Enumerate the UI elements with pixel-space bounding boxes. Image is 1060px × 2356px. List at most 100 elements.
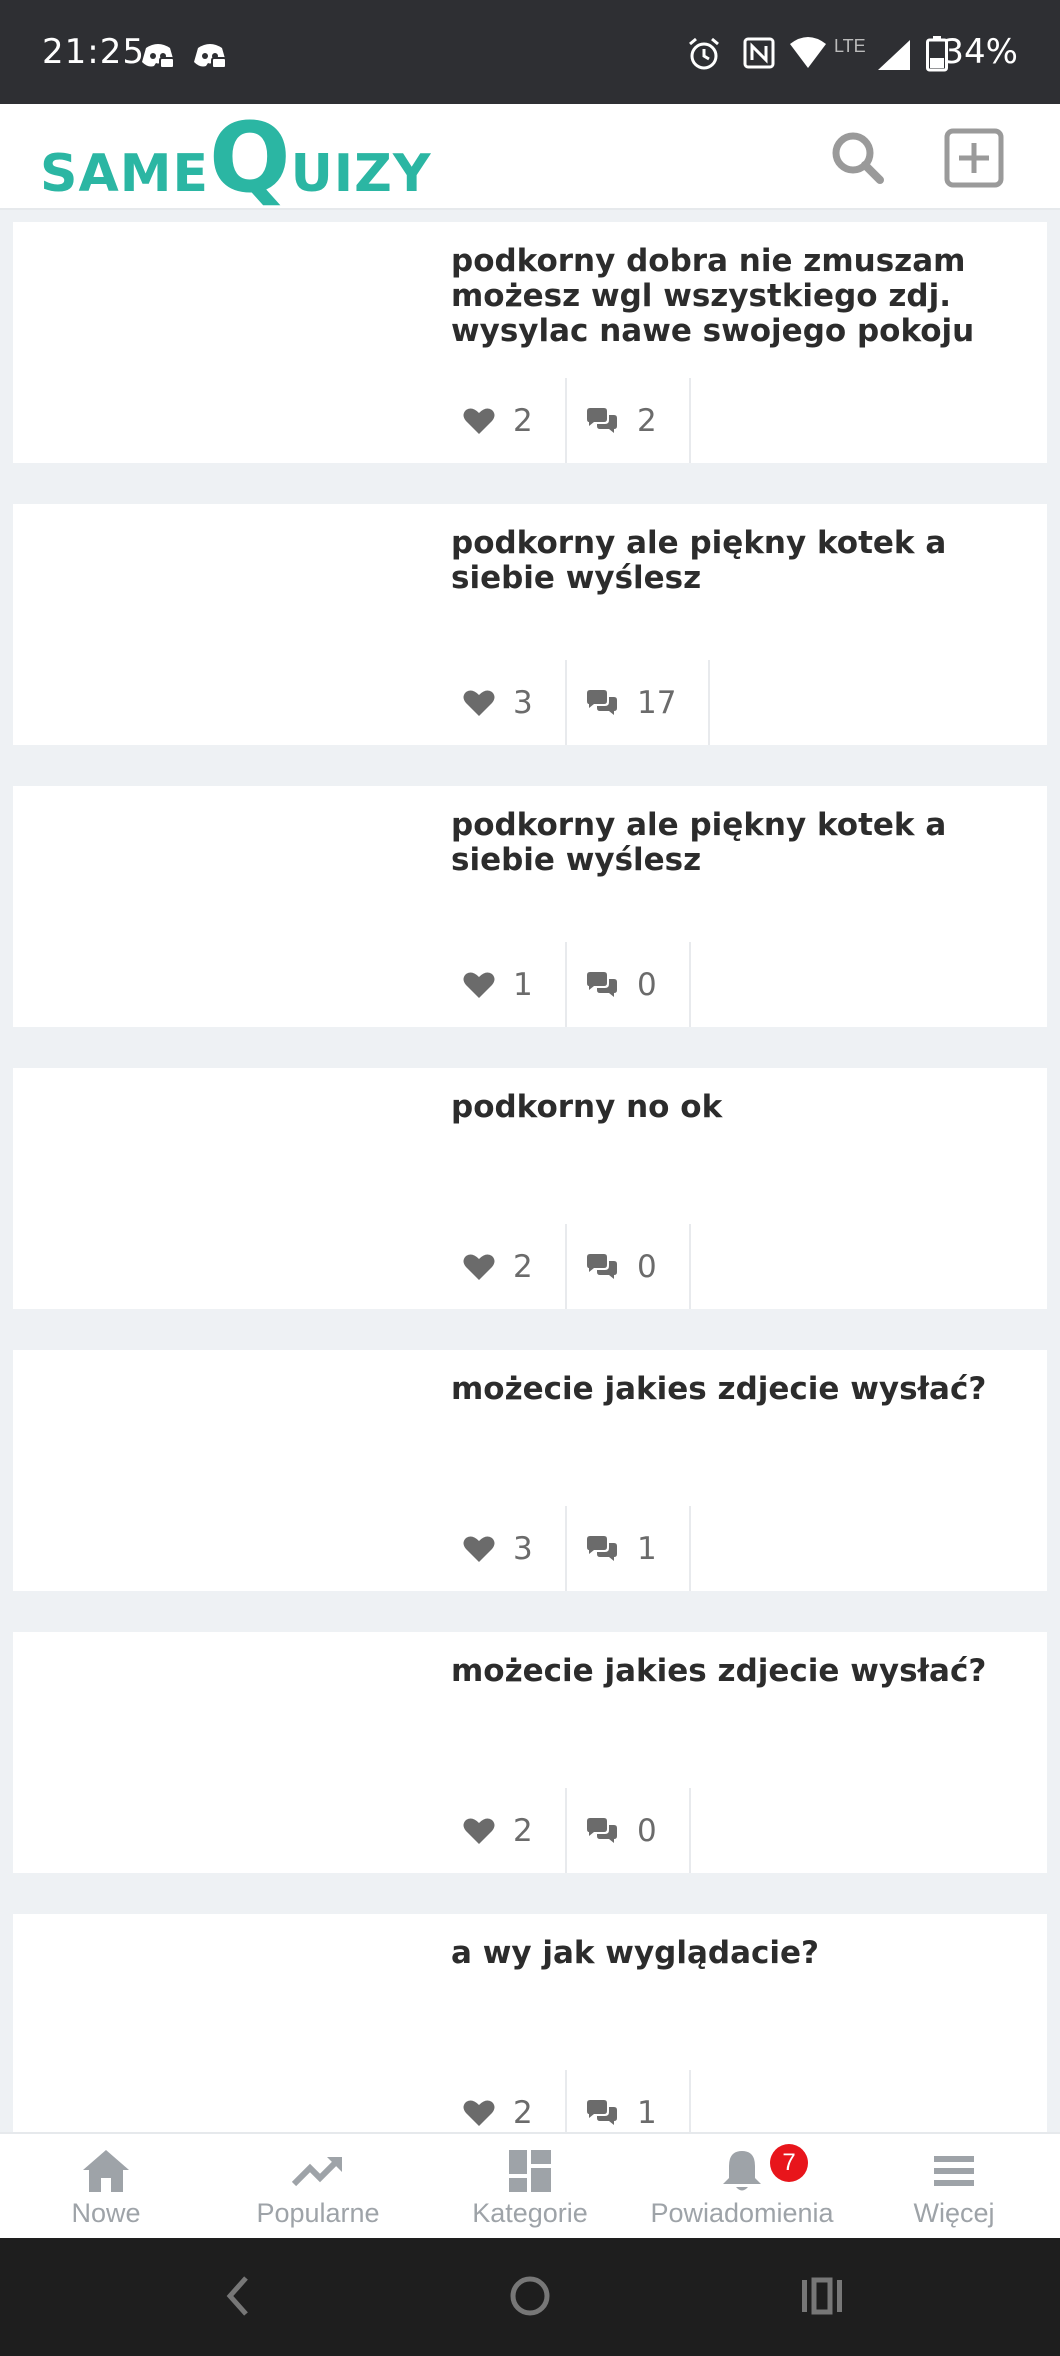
comment-count: 0: [637, 1812, 657, 1849]
like-button[interactable]: 2: [433, 1788, 567, 1873]
post-card[interactable]: możecie jakies zdjecie wysłać? 2 0: [13, 1632, 1047, 1873]
notification-badge: 7: [770, 2144, 808, 2182]
heart-icon: [463, 2100, 495, 2126]
like-button[interactable]: 2: [433, 2070, 567, 2132]
post-title[interactable]: podkorny dobra nie zmuszam możesz wgl ws…: [451, 244, 1021, 349]
comments-icon: [587, 971, 617, 997]
comment-count: 2: [637, 402, 657, 439]
nav-kategorie[interactable]: Kategorie: [424, 2134, 636, 2238]
post-feed[interactable]: podkorny dobra nie zmuszam możesz wgl ws…: [0, 212, 1060, 2132]
post-card[interactable]: podkorny dobra nie zmuszam możesz wgl ws…: [13, 222, 1047, 463]
post-card[interactable]: a wy jak wyglądacie? 2 1: [13, 1914, 1047, 2132]
like-button[interactable]: 2: [433, 378, 567, 463]
nav-popularne[interactable]: Popularne: [212, 2134, 424, 2238]
post-thumbnail[interactable]: [13, 786, 433, 1027]
post-card[interactable]: podkorny ale piękny kotek a siebie wyśle…: [13, 786, 1047, 1027]
heart-icon: [463, 1536, 495, 1562]
post-stats: 2 2: [433, 378, 691, 463]
alarm-icon: [689, 37, 719, 70]
comments-button[interactable]: 0: [567, 1224, 691, 1309]
heart-icon: [463, 408, 495, 434]
comments-icon: [587, 1535, 617, 1561]
like-count: 3: [513, 1530, 533, 1567]
nav-label: Kategorie: [472, 2198, 588, 2228]
comments-button[interactable]: 0: [567, 1788, 691, 1873]
like-count: 3: [513, 684, 533, 721]
like-button[interactable]: 3: [433, 660, 567, 745]
like-button[interactable]: 1: [433, 942, 567, 1027]
comment-count: 0: [637, 1248, 657, 1285]
comments-button[interactable]: 1: [567, 1506, 691, 1591]
post-title[interactable]: podkorny no ok: [451, 1090, 1021, 1125]
bell-icon: [723, 2151, 761, 2191]
menu-icon: [934, 2156, 974, 2186]
logo-text-q: Q: [208, 102, 291, 214]
nav-powiadomienia[interactable]: Powiadomienia 7: [636, 2134, 848, 2238]
heart-icon: [463, 972, 495, 998]
like-count: 1: [513, 966, 533, 1003]
like-count: 2: [513, 2094, 533, 2131]
post-thumbnail[interactable]: [13, 1632, 433, 1873]
comments-icon: [587, 407, 617, 433]
post-title[interactable]: a wy jak wyglądacie?: [451, 1936, 1021, 1971]
like-count: 2: [513, 1248, 533, 1285]
nav-nowe[interactable]: Nowe: [0, 2134, 212, 2238]
post-thumbnail[interactable]: [13, 222, 433, 463]
post-stats: 2 0: [433, 1788, 691, 1873]
post-thumbnail[interactable]: [13, 1068, 433, 1309]
add-icon[interactable]: [942, 126, 1006, 190]
post-card[interactable]: podkorny ale piękny kotek a siebie wyśle…: [13, 504, 1047, 745]
recents-icon[interactable]: [800, 2272, 844, 2320]
app-header: SAMEQUIZY: [0, 104, 1060, 210]
wifi-icon: [790, 37, 826, 68]
comments-icon: [587, 689, 617, 715]
nfc-icon: [743, 37, 775, 69]
post-title[interactable]: podkorny ale piękny kotek a siebie wyśle…: [451, 808, 1021, 878]
comments-button[interactable]: 1: [567, 2070, 691, 2132]
heart-icon: [463, 1818, 495, 1844]
categories-icon: [509, 2150, 551, 2192]
comments-button[interactable]: 2: [567, 378, 691, 463]
nav-label: Powiadomienia: [650, 2198, 834, 2228]
home-circle-icon[interactable]: [508, 2272, 552, 2320]
search-icon[interactable]: [826, 126, 890, 190]
post-title[interactable]: możecie jakies zdjecie wysłać?: [451, 1654, 1021, 1689]
comments-icon: [587, 2099, 617, 2125]
like-count: 2: [513, 402, 533, 439]
comment-count: 0: [637, 966, 657, 1003]
nav-label: Popularne: [256, 2198, 380, 2228]
logo-text-same: SAME: [40, 144, 209, 204]
like-count: 2: [513, 1812, 533, 1849]
system-navigation-bar: [0, 2238, 1060, 2356]
signal-icon: [878, 40, 910, 70]
post-thumbnail[interactable]: [13, 1350, 433, 1591]
nav-label: Nowe: [71, 2198, 141, 2228]
post-stats: 1 0: [433, 942, 691, 1027]
post-stats: 3 1: [433, 1506, 691, 1591]
discord-icon: [142, 44, 175, 69]
comment-count: 1: [637, 2094, 657, 2131]
post-thumbnail[interactable]: [13, 504, 433, 745]
nav-wiecej[interactable]: Więcej: [848, 2134, 1060, 2238]
discord-icon: [194, 44, 227, 69]
post-title[interactable]: podkorny ale piękny kotek a siebie wyśle…: [451, 526, 1021, 596]
comments-button[interactable]: 17: [567, 660, 711, 745]
post-card[interactable]: możecie jakies zdjecie wysłać? 3 1: [13, 1350, 1047, 1591]
comment-count: 17: [637, 684, 677, 721]
post-stats: 3 17: [433, 660, 711, 745]
status-bar: 21:25 LTE 34%: [0, 0, 1060, 104]
post-title[interactable]: możecie jakies zdjecie wysłać?: [451, 1372, 1021, 1407]
like-button[interactable]: 3: [433, 1506, 567, 1591]
comments-button[interactable]: 0: [567, 942, 691, 1027]
samequizy-logo[interactable]: SAMEQUIZY: [40, 110, 432, 206]
status-time: 21:25: [42, 32, 145, 72]
post-card[interactable]: podkorny no ok 2 0: [13, 1068, 1047, 1309]
home-icon: [83, 2150, 129, 2192]
back-icon[interactable]: [218, 2272, 258, 2320]
post-thumbnail[interactable]: [13, 1914, 433, 2132]
heart-icon: [463, 690, 495, 716]
comment-count: 1: [637, 1530, 657, 1567]
battery-percent: 34%: [942, 32, 1018, 72]
trending-icon: [291, 2157, 342, 2187]
like-button[interactable]: 2: [433, 1224, 567, 1309]
